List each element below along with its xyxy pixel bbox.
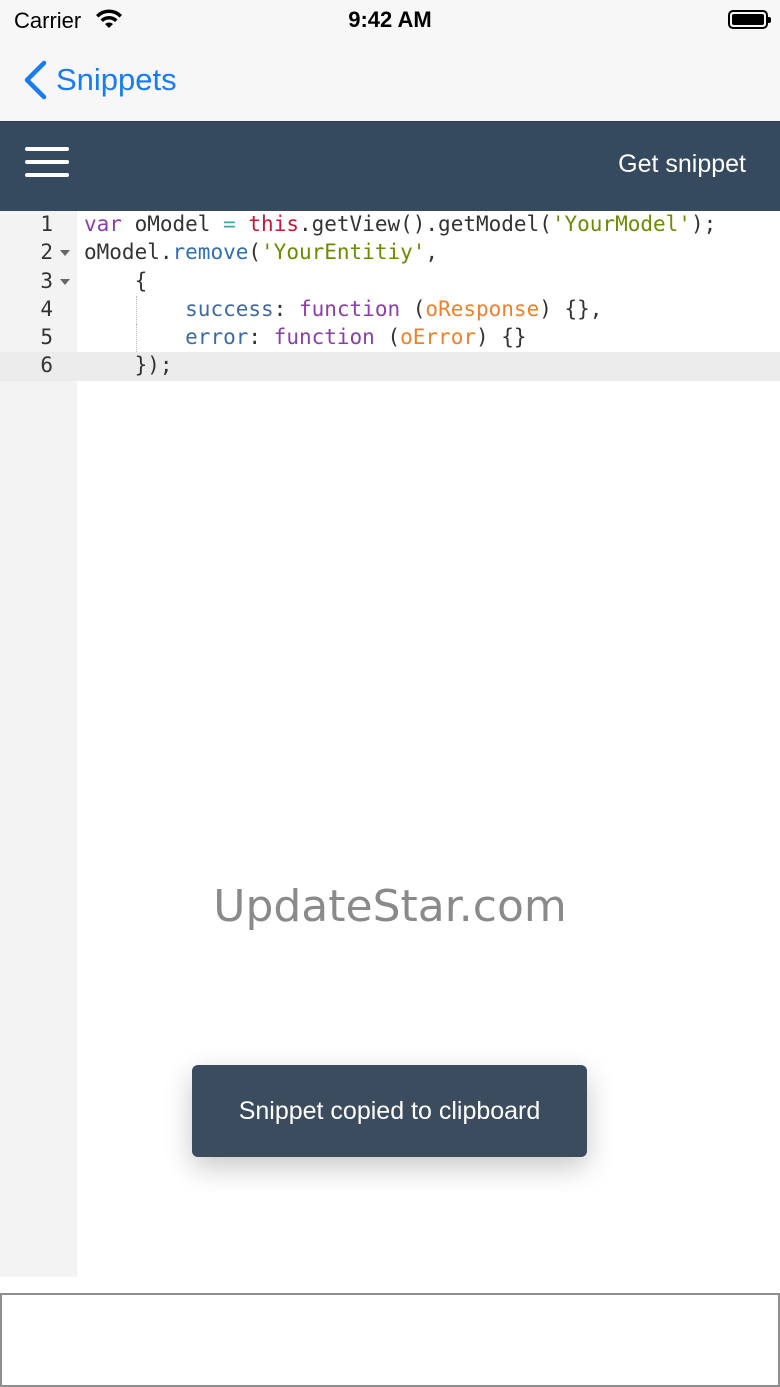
- code-token: function: [298, 296, 401, 321]
- code-token: 'YourEntitiy': [261, 240, 426, 265]
- code-text: oModel.remove('YourEntitiy',: [84, 240, 438, 264]
- code-token: .getView().getModel(: [298, 212, 552, 236]
- battery-icon: [728, 10, 771, 29]
- code-text: {: [84, 268, 148, 293]
- toast-notification: Snippet copied to clipboard: [192, 1065, 587, 1157]
- code-token: (: [248, 240, 262, 265]
- code-token: (: [400, 296, 426, 321]
- code-text: });: [84, 353, 173, 377]
- line-number: 5: [40, 325, 53, 350]
- toast-message: Snippet copied to clipboard: [238, 1096, 541, 1125]
- back-button-label: Snippets: [56, 62, 177, 97]
- code-token: :: [273, 296, 299, 321]
- code-text: error: function (oError) {}: [84, 325, 527, 350]
- navigation-bar: Snippets: [0, 40, 780, 121]
- status-time: 9:42 AM: [348, 7, 432, 32]
- toolbar: Get snippet: [0, 121, 780, 211]
- bottom-input-area[interactable]: [0, 1293, 780, 1387]
- status-bar: Carrier 9:42 AM: [0, 0, 780, 40]
- code-text: var oModel = this.getView().getModel('Yo…: [84, 212, 716, 236]
- code-token: ,: [425, 240, 439, 265]
- code-token: (: [374, 325, 401, 350]
- code-token: oResponse: [425, 296, 540, 321]
- hamburger-menu-icon[interactable]: [25, 147, 69, 187]
- line-number: 1: [40, 212, 53, 236]
- code-text: success: function (oResponse) {},: [84, 297, 602, 321]
- code-line[interactable]: 3 {: [0, 268, 780, 296]
- code-token: oError: [400, 325, 476, 350]
- code-lines: 1 var oModel = this.getView().getModel('Y…: [0, 211, 780, 381]
- code-line[interactable]: 2 oModel.remove('YourEntitiy',: [0, 239, 780, 267]
- watermark-text: UpdateStar.com: [213, 881, 567, 932]
- code-token: {: [84, 268, 148, 293]
- code-token: this: [248, 212, 299, 236]
- code-token: oModel: [121, 212, 224, 236]
- get-snippet-button[interactable]: Get snippet: [618, 150, 746, 179]
- line-number: 6: [40, 353, 53, 378]
- line-number: 2: [40, 240, 53, 265]
- back-button[interactable]: Snippets: [22, 58, 177, 102]
- line-number: 4: [40, 296, 53, 321]
- code-token: success: [185, 296, 274, 321]
- code-token: :: [248, 325, 274, 350]
- code-token: function: [273, 325, 375, 350]
- code-token: });: [84, 353, 173, 378]
- code-line[interactable]: 4 success: function (oResponse) {},: [0, 295, 780, 325]
- code-token: );: [690, 212, 717, 236]
- chevron-left-icon: [24, 60, 47, 100]
- code-token: oModel.: [84, 240, 173, 265]
- code-line[interactable]: 5 error: function (oError) {}: [0, 324, 780, 353]
- code-line[interactable]: 6 });: [0, 352, 780, 381]
- code-token: remove: [172, 240, 249, 265]
- line-number: 3: [40, 268, 53, 293]
- code-token: 'YourModel': [551, 212, 691, 236]
- code-token: var: [84, 212, 122, 236]
- fold-arrow-icon[interactable]: [60, 278, 70, 285]
- code-token: =: [223, 212, 236, 236]
- code-token: error: [185, 325, 249, 350]
- code-token: ) {}: [475, 325, 527, 350]
- fold-arrow-icon[interactable]: [60, 250, 70, 257]
- code-token: ) {},: [539, 296, 603, 321]
- code-line[interactable]: 1 var oModel = this.getView().getModel('Y…: [0, 211, 780, 239]
